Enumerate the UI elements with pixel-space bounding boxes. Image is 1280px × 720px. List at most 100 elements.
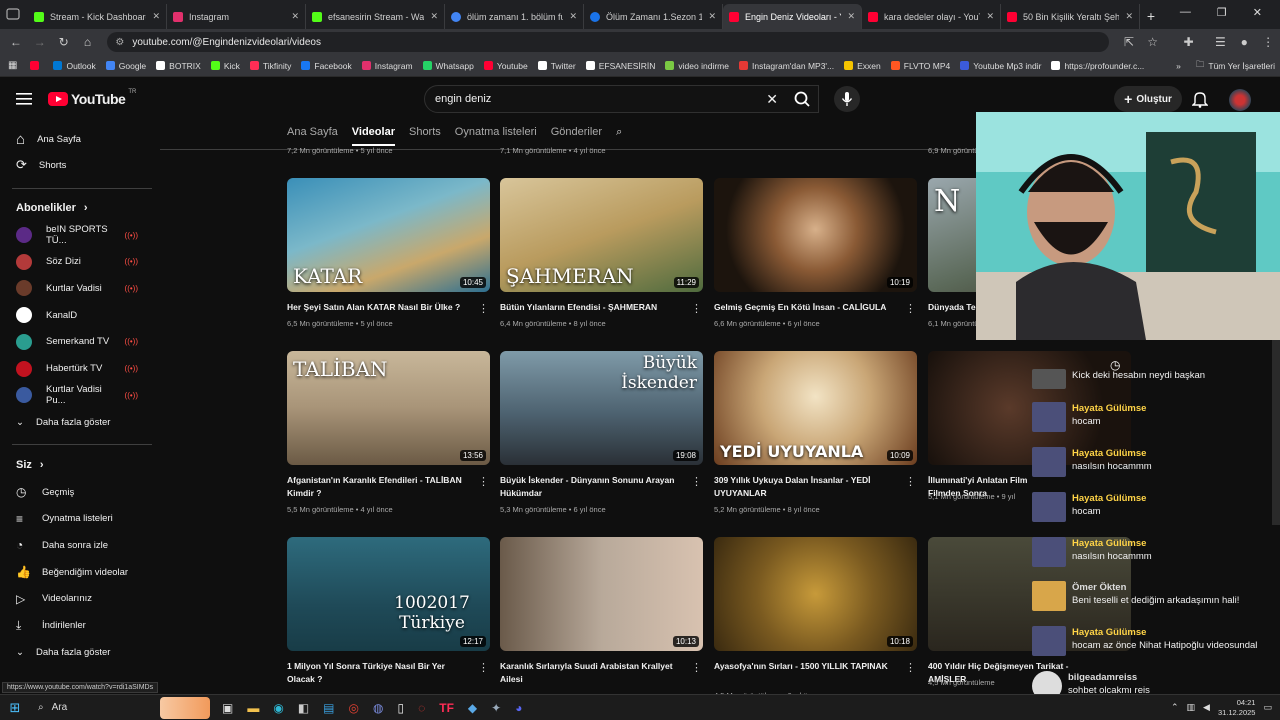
volume-icon[interactable]: ◀ [1203,702,1210,713]
sidebar-item-shorts[interactable]: ⟳ Shorts [0,152,152,178]
bookmark-item[interactable]: Google [101,61,151,71]
file-explorer-icon[interactable]: ▬ [247,701,259,715]
video-thumbnail[interactable]: 10:13 [500,537,703,651]
close-icon[interactable]: ✕ [1125,11,1133,22]
video-title[interactable]: Afganistan'ın Karanlık Efendileri - TALİ… [287,474,467,500]
tab-menu-icon[interactable]: ☰ [1208,35,1232,49]
account-avatar[interactable] [1229,89,1251,111]
bookmark-item[interactable]: Kick [206,61,245,71]
youtube-logo[interactable]: YouTube TR [48,89,136,107]
browser-tab[interactable]: Stream - Kick Dashboard ✕ [28,4,167,29]
reload-icon[interactable]: ↻ [52,35,76,49]
bookmark-item[interactable]: Instagram'dan MP3'... [734,61,839,71]
extensions-icon[interactable]: ✚ [1177,35,1201,49]
close-icon[interactable]: ✕ [847,11,855,22]
app-icon[interactable]: ◧ [298,701,309,715]
video-options-icon[interactable]: ⋮ [478,302,489,315]
sidebar-item-download[interactable]: ⤓ İndirilenler [0,613,152,639]
video-title[interactable]: Gelmiş Geçmiş En Kötü İnsan - CALİGULA [714,301,894,314]
subscription-item[interactable]: Kurtlar Vadisi Pu... ((•)) [16,382,152,408]
close-window-icon[interactable]: ✕ [1253,6,1262,22]
video-thumbnail[interactable]: 1002017 Türkiye 12:17 [287,537,490,651]
subscription-item[interactable]: Kurtlar Vadisi ((•)) [16,275,152,301]
document-icon[interactable]: ▯ [397,701,404,715]
bookmark-item[interactable]: Youtube [479,61,533,71]
video-thumbnail[interactable]: TALİBAN 13:56 [287,351,490,465]
video-card[interactable]: YEDİ UYUYANLA 10:09 309 Yıllık Uykuya Dala… [714,351,917,514]
video-card[interactable]: Büyük İskender 19:08 Büyük İskender - Düny… [500,351,703,514]
video-thumbnail[interactable]: KATAR 10:45 [287,178,490,292]
video-card[interactable]: 1002017 Türkiye 12:17 1 Milyon Yıl Sonra T… [287,537,490,684]
subscriptions-heading[interactable]: Abonelikler › [16,202,88,214]
swan-widget-icon[interactable] [160,696,210,719]
tray-chevron-icon[interactable]: ⌃ [1171,702,1179,713]
video-card[interactable]: 10:13 Karanlık Sırlarıyla Suudi Arabistan… [500,537,703,684]
video-card[interactable]: 10:18 Ayasofya'nın Sırları - 1500 YILLIK … [714,537,917,700]
app-icon[interactable]: ◌ [418,701,425,715]
sidebar-item-watch-later[interactable]: ◔ Daha sonra izle [0,532,152,558]
video-card[interactable]: TALİBAN 13:56 Afganistan'ın Karanlık Efend… [287,351,490,514]
video-title[interactable]: Her Şeyi Satın Alan KATAR Nasıl Bir Ülke… [287,301,467,314]
video-options-icon[interactable]: ⋮ [905,661,916,674]
taskbar-search[interactable]: ⌕ Ara [30,698,160,718]
minimize-icon[interactable]: — [1180,6,1191,22]
video-options-icon[interactable]: ⋮ [478,475,489,488]
apps-grid-icon[interactable]: ▦ [6,60,25,71]
show-more-you[interactable]: ⌄ Daha fazla göster [0,639,152,665]
close-icon[interactable]: ✕ [569,11,577,22]
close-icon[interactable]: ✕ [986,11,994,22]
video-options-icon[interactable]: ⋮ [691,475,702,488]
browser-tab[interactable]: efsanesirin Stream - Watc ✕ [306,4,445,29]
search-button[interactable] [785,85,819,113]
omnibox[interactable]: ⚙ youtube.com/@Engindenizvideolari/video… [107,32,1109,52]
video-card[interactable]: ŞAHMERAN 11:29 Bütün Yılanların Efendisi -… [500,178,703,328]
forward-icon[interactable]: → [28,35,52,49]
windows-start-icon[interactable]: ⊞ [0,700,30,716]
video-title[interactable]: 1 Milyon Yıl Sonra Türkiye Nasıl Bir Yer… [287,660,467,686]
browser-tab[interactable]: kara dedeler olayı - YouTu ✕ [862,4,1001,29]
bookmark-item[interactable]: EFSANESİRİN [581,61,661,71]
close-icon[interactable]: ✕ [152,11,160,22]
close-icon[interactable]: ✕ [708,11,716,22]
discord-icon[interactable]: ◕ [515,701,522,715]
bookmark-item[interactable] [25,61,48,71]
bookmark-item[interactable]: Whatsapp [418,61,479,71]
close-icon[interactable]: ✕ [291,11,299,22]
tab-search-icon[interactable] [6,7,20,21]
browser-tab[interactable]: Instagram ✕ [167,4,306,29]
video-title[interactable]: Büyük İskender - Dünyanın Sonunu Arayan … [500,474,680,500]
bookmark-item[interactable]: Twitter [533,61,581,71]
edge-icon[interactable]: ◉ [273,701,283,715]
bookmark-item[interactable]: BOTRIX [151,61,206,71]
bookmark-item[interactable]: Instagram [357,61,418,71]
back-icon[interactable]: ← [4,35,28,49]
hamburger-menu-icon[interactable] [16,92,32,106]
video-thumbnail[interactable]: ŞAHMERAN 11:29 [500,178,703,292]
notifications-bell-icon[interactable] [1191,90,1209,111]
video-options-icon[interactable]: ⋮ [691,302,702,315]
video-thumbnail[interactable]: YEDİ UYUYANLA 10:09 [714,351,917,465]
browser-tab-active[interactable]: Engin Deniz Videoları - Yo ✕ [723,4,862,29]
task-view-icon[interactable]: ▣ [222,701,233,715]
site-info-icon[interactable]: ⚙ [115,37,124,48]
bookmark-item[interactable]: Tikfinity [245,61,297,71]
create-button[interactable]: + Oluştur [1114,86,1182,112]
more-bookmarks-icon[interactable]: » [1166,61,1191,71]
subscription-item[interactable]: Söz Dizi ((•)) [16,249,152,275]
tab-videos[interactable]: Videolar [351,126,395,146]
chrome-icon[interactable]: ◎ [349,701,359,715]
show-more-subscriptions[interactable]: ⌄ Daha fazla göster [0,409,152,435]
video-card[interactable]: KATAR 10:45 Her Şeyi Satın Alan KATAR Nası… [287,178,490,328]
tab-playlists[interactable]: Oynatma listeleri [455,126,537,146]
you-heading[interactable]: Siz › [16,459,44,471]
video-options-icon[interactable]: ⋮ [478,661,489,674]
new-tab-button[interactable]: + [1140,4,1162,29]
subscription-item[interactable]: Semerkand TV ((•)) [16,329,152,355]
video-title[interactable]: 309 Yıllık Uykuya Dalan İnsanlar - YEDİ … [714,474,894,500]
url-text[interactable]: youtube.com/@Engindenizvideolari/videos [132,37,321,48]
sidebar-item-home[interactable]: ⌂ Ana Sayfa [0,126,152,152]
search-input[interactable]: engin deniz ✕ [424,85,819,113]
app-icon[interactable]: ◆ [468,701,477,715]
video-title[interactable]: Karanlık Sırlarıyla Suudi Arabistan Kral… [500,660,680,686]
sidebar-item-your-videos[interactable]: ▷ Videolarınız [0,586,152,612]
